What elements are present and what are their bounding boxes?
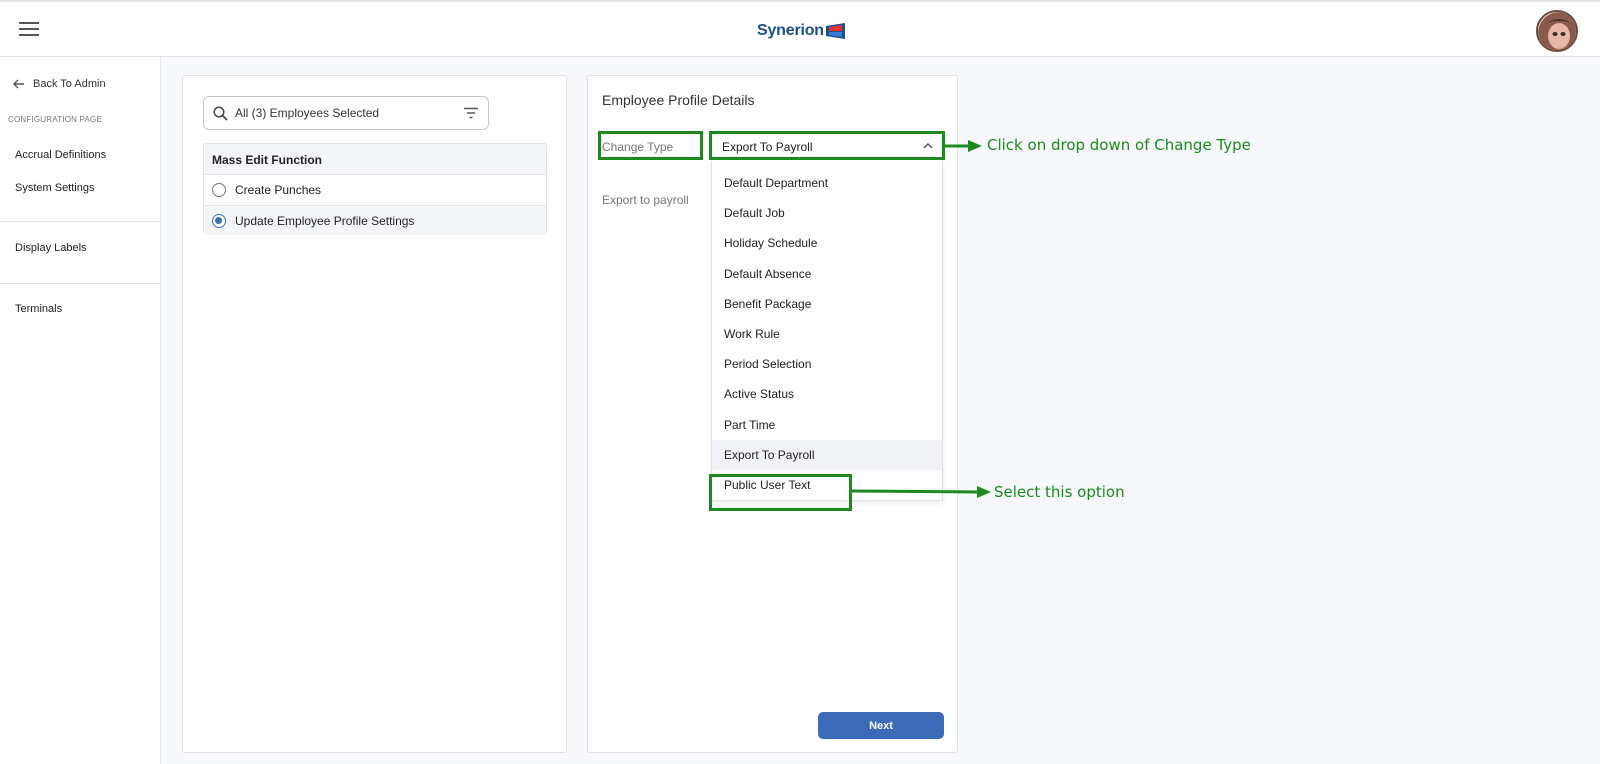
option-label: Update Employee Profile Settings <box>235 213 415 228</box>
menu-icon[interactable] <box>19 22 39 38</box>
filter-icon[interactable] <box>463 107 479 119</box>
dropdown-option-selected[interactable]: Export To Payroll <box>712 439 942 470</box>
annotation-option-note: Select this option <box>994 483 1125 501</box>
change-type-dropdown: Default Department Default Job Holiday S… <box>711 161 943 501</box>
arrow-left-icon <box>13 79 24 89</box>
back-label: Back To Admin <box>33 78 106 90</box>
dropdown-option[interactable]: Default Department <box>712 168 942 198</box>
dropdown-option[interactable]: Holiday Schedule <box>712 228 942 258</box>
sidebar-item-terminals[interactable]: Terminals <box>15 303 62 315</box>
sidebar: Back To Admin CONFIGURATION PAGE Accrual… <box>0 57 161 764</box>
option-label: Create Punches <box>235 183 322 197</box>
sidebar-item-display-labels[interactable]: Display Labels <box>15 242 87 254</box>
annotation-arrow-icon <box>944 140 982 152</box>
dropdown-option[interactable]: Default Absence <box>712 259 942 289</box>
radio-checked[interactable] <box>212 213 226 228</box>
sidebar-divider <box>0 221 160 222</box>
user-avatar[interactable] <box>1536 10 1578 52</box>
radio-unchecked[interactable] <box>212 183 226 197</box>
sidebar-item-system-settings[interactable]: System Settings <box>15 182 94 194</box>
brand-flag-icon <box>825 23 845 39</box>
employee-search-field[interactable]: All (3) Employees Selected <box>203 96 489 130</box>
export-to-payroll-label: Export to payroll <box>602 193 689 207</box>
dropdown-option[interactable]: Part Time <box>712 410 942 440</box>
annotation-highlight-change-type-select <box>709 131 945 160</box>
search-icon <box>213 105 228 121</box>
search-value: All (3) Employees Selected <box>235 106 380 120</box>
sidebar-divider <box>0 283 160 284</box>
panel-title: Employee Profile Details <box>602 92 755 108</box>
back-to-admin-link[interactable]: Back To Admin <box>13 78 106 90</box>
configuration-section-title: CONFIGURATION PAGE <box>8 115 102 124</box>
dropdown-option[interactable]: Period Selection <box>712 349 942 379</box>
dropdown-option[interactable]: Default Job <box>712 198 942 228</box>
annotation-dropdown-note: Click on drop down of Change Type <box>987 136 1251 154</box>
dropdown-option[interactable]: Benefit Package <box>712 289 942 319</box>
option-update-employee-profile-settings[interactable]: Update Employee Profile Settings <box>204 205 546 235</box>
employee-selection-panel: All (3) Employees Selected Mass Edit Fun… <box>182 75 567 753</box>
dropdown-option[interactable]: Active Status <box>712 379 942 409</box>
sidebar-item-accrual-definitions[interactable]: Accrual Definitions <box>15 149 106 161</box>
option-create-punches[interactable]: Create Punches <box>204 175 546 205</box>
annotation-highlight-public-user-text <box>709 474 852 511</box>
brand-name: Synerion <box>757 22 824 39</box>
annotation-highlight-change-type-label <box>598 131 703 160</box>
brand-logo: Synerion <box>757 20 845 42</box>
employee-profile-details-panel: Employee Profile Details Change Type Exp… <box>587 75 958 753</box>
mass-edit-function-box: Mass Edit Function Create Punches Update… <box>203 143 547 235</box>
annotation-arrow-icon <box>851 486 991 498</box>
mass-edit-heading: Mass Edit Function <box>204 144 546 175</box>
top-bar: Synerion <box>0 0 1600 57</box>
next-button[interactable]: Next <box>818 712 944 739</box>
dropdown-option[interactable]: Work Rule <box>712 319 942 349</box>
